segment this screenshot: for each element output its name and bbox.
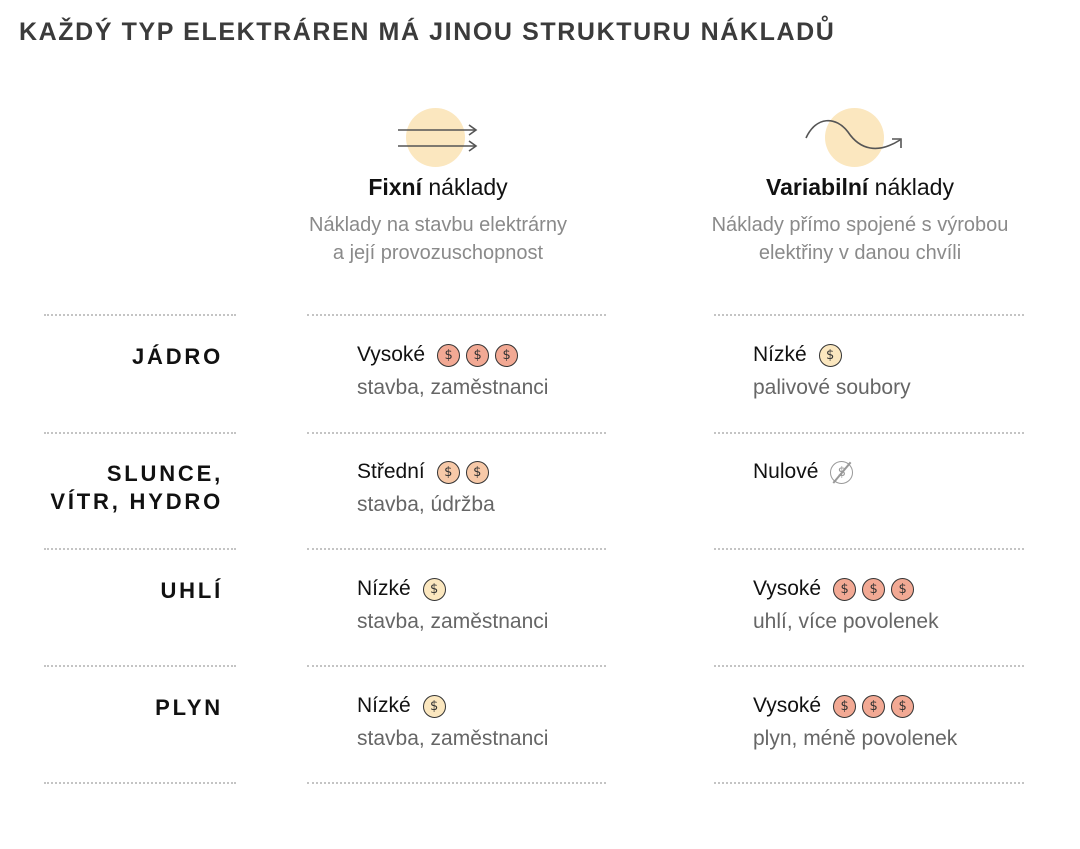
- cost-level-label: Nulové: [753, 460, 819, 483]
- cost-level-label: Nízké: [753, 343, 807, 366]
- plant-type-label: UHLÍ: [160, 578, 223, 603]
- dollar-coin-icon: $: [466, 343, 490, 367]
- row-separator: [714, 314, 1024, 316]
- cost-level-label: Vysoké: [357, 343, 426, 366]
- fixed-cost-cell: Nízké $ stavba, zaměstnanci: [357, 575, 548, 634]
- cost-level: Střední $ $: [357, 458, 495, 486]
- cost-level-label: Vysoké: [753, 694, 822, 717]
- dollar-coin-icon: $: [422, 694, 446, 718]
- row-separator: [307, 782, 606, 784]
- parallel-arrows-icon: [268, 102, 608, 167]
- row-separator: [44, 432, 236, 434]
- row-separator: [714, 782, 1024, 784]
- dollar-coin-icon: $: [495, 343, 519, 367]
- dollar-coin-icon: $: [465, 460, 489, 484]
- variable-cost-cell: Nulové $: [753, 458, 859, 493]
- fixed-cost-cell: Vysoké $ $ $ stavba, zaměstnanci: [357, 341, 548, 400]
- cost-detail: stavba, zaměstnanci: [357, 376, 549, 399]
- cost-detail: stavba, zaměstnanci: [357, 727, 549, 750]
- cost-level-label: Vysoké: [753, 577, 822, 600]
- cost-detail: stavba, údržba: [357, 493, 495, 516]
- variable-cost-cell: Nízké $ palivové soubory: [753, 341, 911, 400]
- cost-level: Nulové $: [753, 458, 859, 486]
- dollar-coin-icon: $: [833, 577, 857, 601]
- variable-cost-cell: Vysoké $ $ $ uhlí, více povolenek: [753, 575, 939, 634]
- dollar-coin-icon: $: [422, 577, 446, 601]
- dollar-coin-icon: $: [862, 694, 886, 718]
- cost-detail: stavba, zaměstnanci: [357, 610, 549, 633]
- cost-detail: plyn, méně povolenek: [753, 727, 958, 750]
- cost-level: Vysoké $ $ $: [753, 692, 957, 720]
- variable-costs-heading: Variabilní náklady: [766, 174, 954, 200]
- no-cost-coin-icon: $: [830, 460, 854, 484]
- cost-detail: palivové soubory: [753, 376, 911, 399]
- fixed-costs-description: Náklady na stavbu elektrárny a její prov…: [309, 214, 567, 264]
- cost-level-label: Střední: [357, 460, 425, 483]
- row-separator: [44, 782, 236, 784]
- dollar-coin-icon: $: [891, 577, 915, 601]
- row-separator: [44, 665, 236, 667]
- cost-level-label: Nízké: [357, 694, 411, 717]
- row-separator: [44, 314, 236, 316]
- cost-level: Vysoké $ $ $: [753, 575, 939, 603]
- fixed-cost-cell: Střední $ $ stavba, údržba: [357, 458, 495, 517]
- fixed-cost-cell: Nízké $ stavba, zaměstnanci: [357, 692, 548, 751]
- cost-level: Vysoké $ $ $: [357, 341, 548, 369]
- cost-level-label: Nízké: [357, 577, 411, 600]
- row-separator: [307, 432, 606, 434]
- fixed-costs-header: Fixní náklady Náklady na stavbu elektrár…: [268, 102, 608, 267]
- cost-level: Nízké $: [357, 692, 548, 720]
- dollar-coin-icon: $: [437, 343, 461, 367]
- row-separator: [307, 665, 606, 667]
- dollar-coin-icon: $: [833, 694, 857, 718]
- row-separator: [714, 432, 1024, 434]
- variable-costs-description: Náklady přímo spojené s výrobou elektřin…: [711, 214, 1009, 264]
- plant-type-label: SLUNCE, VÍTR, HYDRO: [50, 461, 223, 514]
- fixed-costs-heading: Fixní náklady: [368, 174, 508, 200]
- row-separator: [307, 548, 606, 550]
- wave-arrow-icon: [670, 102, 1050, 167]
- variable-costs-header: Variabilní náklady Náklady přímo spojené…: [670, 102, 1050, 267]
- cost-level: Nízké $: [357, 575, 548, 603]
- dollar-coin-icon: $: [818, 343, 842, 367]
- page-title: KAŽDÝ TYP ELEKTRÁREN MÁ JINOU STRUKTURU …: [19, 18, 836, 46]
- dollar-coin-icon: $: [891, 694, 915, 718]
- cost-level: Nízké $: [753, 341, 911, 369]
- dollar-coin-icon: $: [862, 577, 886, 601]
- variable-cost-cell: Vysoké $ $ $ plyn, méně povolenek: [753, 692, 957, 751]
- row-separator: [307, 314, 606, 316]
- row-separator: [714, 548, 1024, 550]
- row-separator: [44, 548, 236, 550]
- plant-type-label: PLYN: [155, 695, 223, 720]
- dollar-coin-icon: $: [436, 460, 460, 484]
- cost-detail: uhlí, více povolenek: [753, 610, 939, 633]
- row-separator: [714, 665, 1024, 667]
- plant-type-label: JÁDRO: [131, 344, 223, 369]
